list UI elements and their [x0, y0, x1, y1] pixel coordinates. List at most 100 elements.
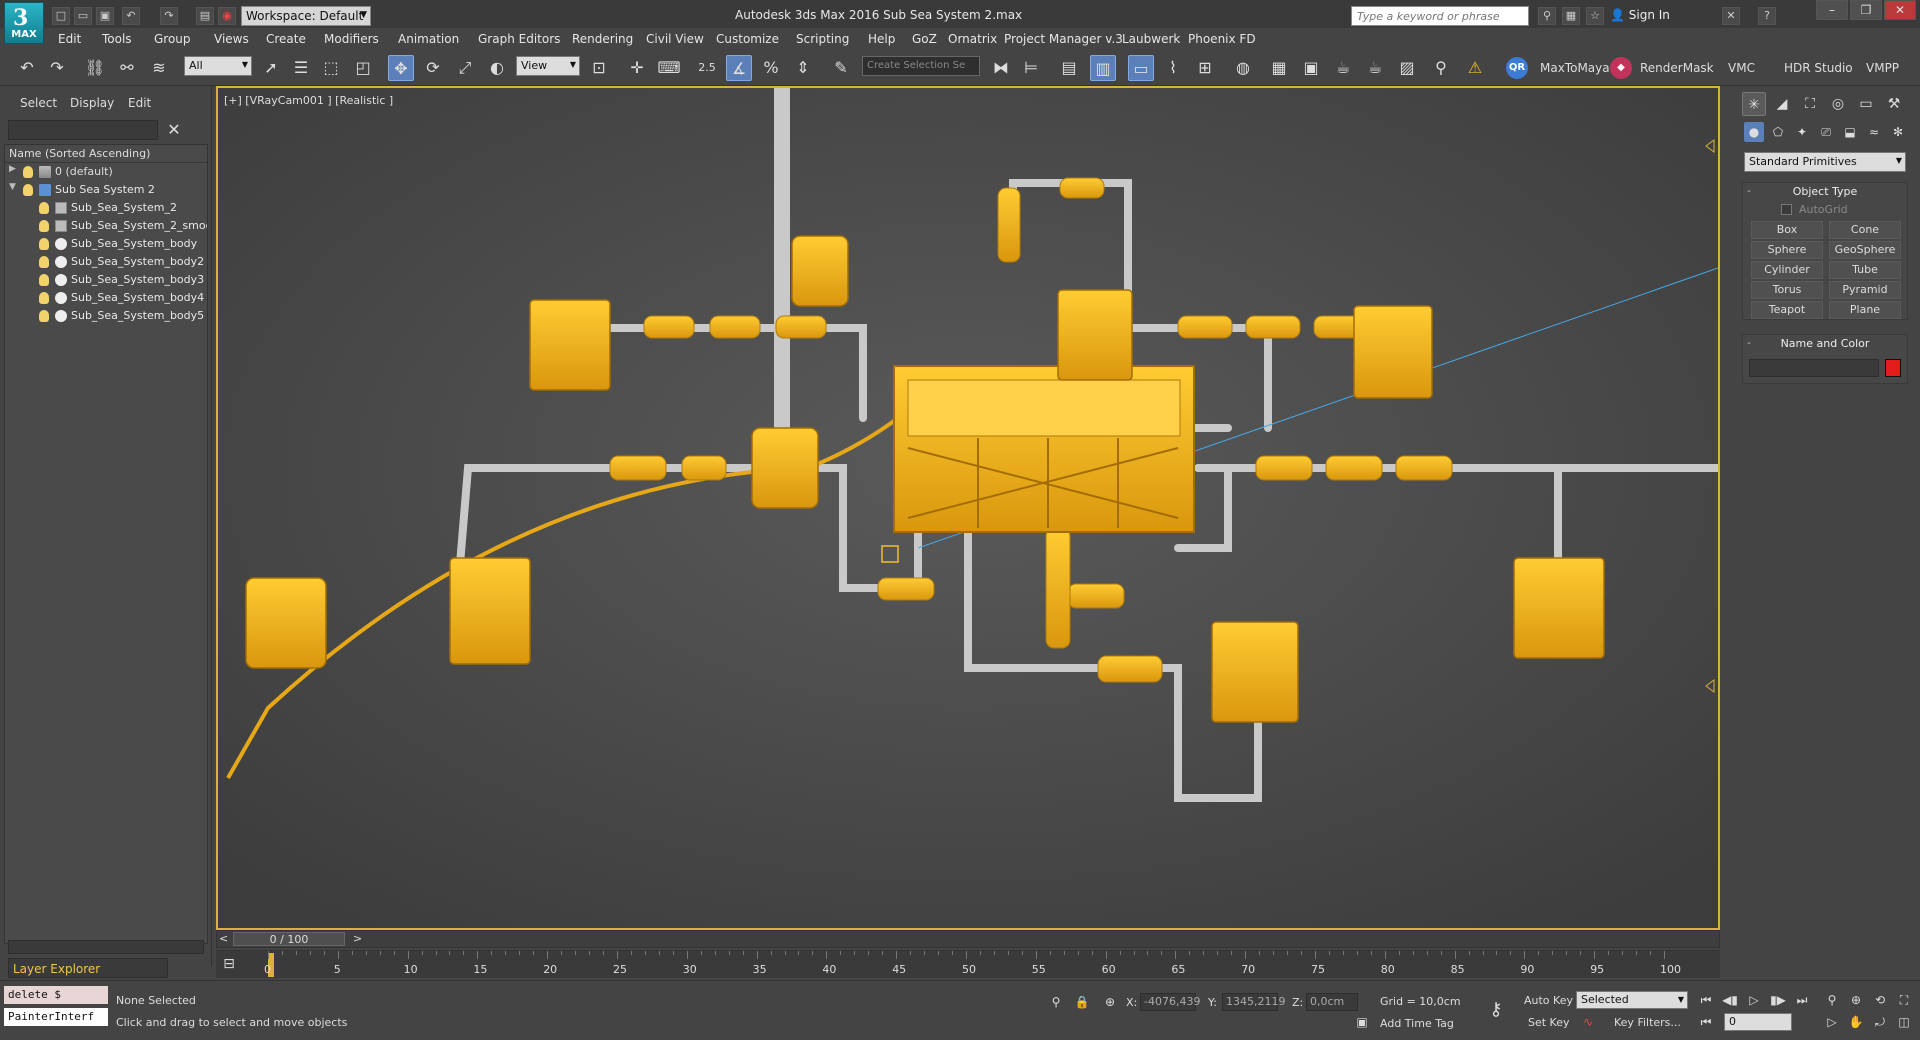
scene-tree-row[interactable]: Sub_Sea_System_2_smoo [5, 217, 207, 235]
lamp-icon[interactable]: ⚲ [1428, 55, 1454, 81]
scene-tree-row[interactable]: Sub_Sea_System_body5 [5, 307, 207, 325]
visibility-bulb-icon[interactable] [39, 238, 49, 250]
absolute-mode-icon[interactable]: ⊕ [1100, 993, 1120, 1011]
previous-frame-icon[interactable]: ◀▮ [1720, 991, 1740, 1009]
bind-space-warp-icon[interactable]: ≋ [146, 55, 172, 81]
redo-icon[interactable]: ↷ [160, 7, 178, 25]
plugin-vmc[interactable]: VMC [1728, 61, 1755, 75]
menu-create[interactable]: Create [266, 32, 306, 46]
select-object-icon[interactable]: ➚ [258, 55, 284, 81]
current-frame-field[interactable]: 0 [1724, 1013, 1792, 1031]
scene-tree-row[interactable]: Sub_Sea_System_body4 [5, 289, 207, 307]
geometry-icon[interactable]: ● [1744, 122, 1764, 142]
cylinder-button[interactable]: Cylinder [1751, 261, 1823, 279]
scene-tree-row[interactable]: Sub_Sea_System_body2 [5, 253, 207, 271]
next-frame-icon[interactable]: > [353, 932, 362, 945]
schematic-view-icon[interactable]: ⊞ [1192, 55, 1218, 81]
play-icon[interactable]: ▷ [1744, 991, 1764, 1009]
menu-modifiers[interactable]: Modifiers [324, 32, 379, 46]
expand-right-icon[interactable]: ▶ [9, 164, 16, 174]
space-warps-icon[interactable]: ≈ [1864, 122, 1884, 142]
object-color-swatch[interactable] [1885, 359, 1901, 377]
pyramid-button[interactable]: Pyramid [1829, 281, 1901, 299]
add-time-tag-button[interactable]: Add Time Tag [1380, 1017, 1454, 1030]
helpers-icon[interactable]: ⬓ [1840, 122, 1860, 142]
reference-coordinate-dropdown[interactable]: View ▼ [516, 56, 580, 76]
menu-group[interactable]: Group [154, 32, 191, 46]
key-mode-dropdown[interactable]: Selected ▼ [1576, 991, 1688, 1009]
curve-editor-icon[interactable]: ⌇ [1160, 55, 1186, 81]
column-header[interactable]: Name (Sorted Ascending) [5, 145, 207, 163]
zoom-icon[interactable]: ⚲ [1822, 991, 1842, 1009]
render-production-icon[interactable]: ☕ [1330, 55, 1356, 81]
orbit-icon[interactable]: ⟲ [1870, 991, 1890, 1009]
snap-toggle-icon[interactable]: 2.5 [694, 55, 720, 81]
select-and-place-icon[interactable]: ◐ [484, 55, 510, 81]
next-frame-icon[interactable]: ▮▶ [1768, 991, 1788, 1009]
time-slider-handle[interactable]: 0 / 100 [233, 932, 345, 946]
utilities-tab-icon[interactable]: ⚒ [1882, 92, 1906, 116]
viewport-label[interactable]: [+] [VRayCam001 ] [Realistic ] [224, 94, 393, 107]
menu-civil-view[interactable]: Civil View [646, 32, 704, 46]
scene-tree-row[interactable]: ▶ 0 (default) [5, 163, 207, 181]
render-in-cloud-icon[interactable]: ▨ [1394, 55, 1420, 81]
percent-snap-icon[interactable]: % [758, 55, 784, 81]
window-crossing-icon[interactable]: ◰ [350, 55, 376, 81]
plane-button[interactable]: Plane [1829, 301, 1901, 319]
visibility-bulb-icon[interactable] [39, 310, 49, 322]
restore-button[interactable]: ❐ [1850, 0, 1882, 20]
set-key-button[interactable]: Set Key [1528, 1016, 1570, 1029]
select-and-scale-icon[interactable]: ⤢ [452, 55, 478, 81]
maximize-viewport-icon[interactable]: ⛶ [1894, 991, 1914, 1009]
material-editor-icon[interactable]: ◍ [1230, 55, 1256, 81]
menu-goz[interactable]: GoZ [912, 32, 937, 46]
help-icon[interactable]: ? [1758, 7, 1776, 25]
scene-search-input[interactable] [8, 120, 158, 140]
lock-selection-icon[interactable]: 🔒 [1072, 993, 1092, 1011]
viewport-toggle-icon[interactable]: ◫ [1894, 1013, 1914, 1031]
named-selection-input[interactable]: Create Selection Se [862, 56, 980, 76]
object-name-input[interactable] [1749, 359, 1879, 377]
tab-edit[interactable]: Edit [128, 96, 151, 110]
spinner-snap-icon[interactable]: ⇕ [790, 55, 816, 81]
horizontal-scrollbar[interactable] [8, 940, 204, 954]
selection-filter-dropdown[interactable]: All ▼ [184, 56, 252, 76]
set-key-icon[interactable]: ⚷ [1486, 1001, 1506, 1019]
angle-snap-icon[interactable]: ∡ [726, 55, 752, 81]
add-time-tag-icon[interactable]: ▣ [1352, 1013, 1372, 1031]
exchange-apps-icon[interactable]: ✕ [1722, 7, 1740, 25]
shapes-icon[interactable]: ⬠ [1768, 122, 1788, 142]
key-mode-icon[interactable]: ⚲ [1046, 993, 1066, 1011]
primitive-category-dropdown[interactable]: Standard Primitives ▼ [1744, 152, 1906, 172]
prev-frame-icon[interactable]: < [219, 932, 228, 945]
menu-tools[interactable]: Tools [102, 32, 132, 46]
autogrid-checkbox[interactable]: AutoGrid [1743, 201, 1907, 219]
redo-icon[interactable]: ↷ [44, 55, 70, 81]
open-file-icon[interactable]: ▭ [74, 7, 92, 25]
save-file-icon[interactable]: ▣ [96, 7, 114, 25]
visibility-bulb-icon[interactable] [39, 274, 49, 286]
key-mode-toggle-icon[interactable]: ⏮ [1696, 1013, 1716, 1031]
key-filters-button[interactable]: Key Filters... [1614, 1016, 1681, 1029]
plugin-vmpp[interactable]: VMPP [1866, 61, 1899, 75]
select-and-move-icon[interactable]: ✥ [388, 55, 414, 81]
box-button[interactable]: Box [1751, 221, 1823, 239]
torus-button[interactable]: Torus [1751, 281, 1823, 299]
go-to-end-icon[interactable]: ⏭ [1792, 991, 1812, 1009]
rendered-frame-window-icon[interactable]: ▣ [1298, 55, 1324, 81]
subscription-icon[interactable]: ▦ [1562, 7, 1580, 25]
mirror-icon[interactable]: ⧓ [988, 55, 1014, 81]
unlink-icon[interactable]: ⚯ [114, 55, 140, 81]
teapot-button[interactable]: Teapot [1751, 301, 1823, 319]
close-button[interactable]: ✕ [1884, 0, 1916, 20]
select-by-name-icon[interactable]: ☰ [288, 55, 314, 81]
minimize-button[interactable]: – [1816, 0, 1848, 20]
menu-help[interactable]: Help [868, 32, 895, 46]
rectangular-selection-icon[interactable]: ⬚ [318, 55, 344, 81]
motion-tab-icon[interactable]: ◎ [1826, 92, 1850, 116]
menu-animation[interactable]: Animation [398, 32, 459, 46]
create-tab-icon[interactable]: ✳ [1742, 92, 1766, 116]
app-menu-button[interactable]: 3 MAX [4, 2, 44, 44]
expand-down-icon[interactable]: ▼ [9, 182, 16, 192]
plugin-hdr-studio[interactable]: HDR Studio [1784, 61, 1853, 75]
